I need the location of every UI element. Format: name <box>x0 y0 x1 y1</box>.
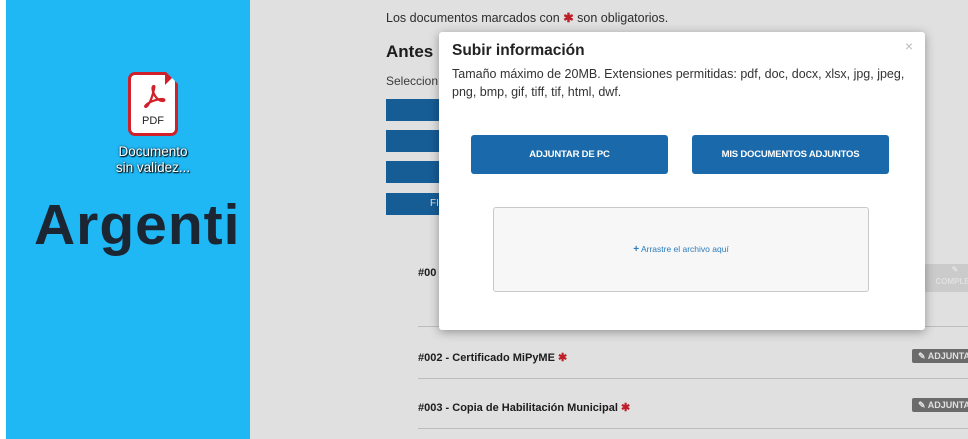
pdf-badge: PDF <box>142 115 164 127</box>
drop-zone-label: Arrastre el archivo aquí <box>640 244 729 254</box>
attach-from-pc-button[interactable]: ADJUNTAR DE PC <box>471 135 668 174</box>
close-icon[interactable]: × <box>905 38 913 54</box>
upload-modal: × Subir información Tamaño máximo de 20M… <box>439 32 925 330</box>
desktop-pdf-file[interactable]: PDF Documento sin validez... <box>110 72 196 176</box>
file-label: Documento sin validez... <box>110 144 196 176</box>
brand-logo-text: Argenti <box>34 193 241 257</box>
pdf-icon: PDF <box>128 72 178 136</box>
desktop-edge <box>0 0 6 439</box>
modal-title: Subir información <box>452 42 585 59</box>
file-label-line2: sin validez... <box>115 160 191 175</box>
desktop-area: PDF Documento sin validez... Argenti <box>0 0 250 439</box>
acrobat-icon <box>144 84 166 108</box>
file-drop-zone[interactable]: + Arrastre el archivo aquí <box>493 207 869 292</box>
plus-icon: + <box>633 244 640 255</box>
my-attached-documents-button[interactable]: MIS DOCUMENTOS ADJUNTOS <box>692 135 889 174</box>
modal-description: Tamaño máximo de 20MB. Extensiones permi… <box>452 67 905 99</box>
file-label-line1: Documento <box>118 144 188 159</box>
